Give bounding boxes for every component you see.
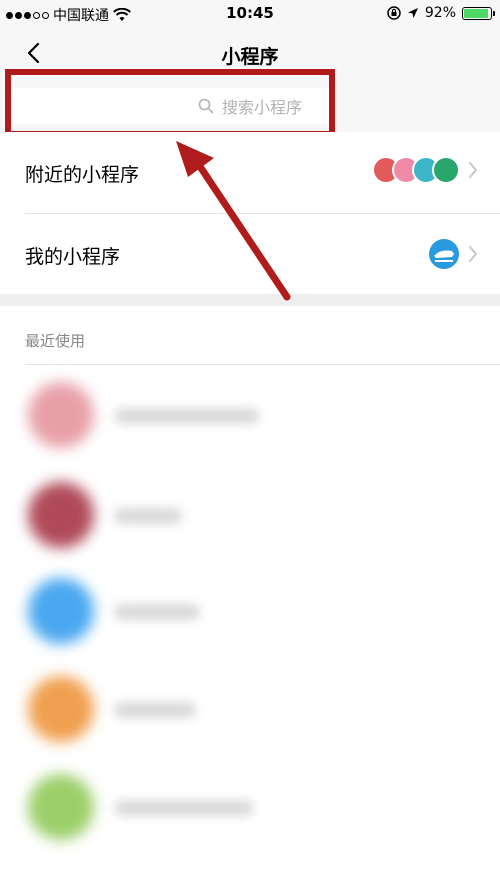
- search-area: 搜索小程序: [0, 80, 500, 132]
- blurred-avatar: [28, 578, 94, 644]
- my-mini-programs-label: 我的小程序: [25, 246, 121, 268]
- blurred-name: [114, 604, 200, 620]
- blurred-name: [114, 702, 196, 718]
- status-bar: 中国联通 10:45 92%: [0, 0, 500, 28]
- blurred-avatar: [28, 382, 94, 448]
- blurred-name: [114, 800, 254, 816]
- nearby-mini-programs-label: 附近的小程序: [25, 164, 140, 186]
- recent-item[interactable]: [0, 470, 500, 566]
- search-input[interactable]: 搜索小程序: [12, 88, 330, 124]
- section-gap: [0, 294, 500, 306]
- nav-bar: 小程序: [0, 28, 500, 80]
- rotation-lock-icon: [387, 6, 401, 20]
- recent-section-title: 最近使用: [25, 332, 86, 350]
- blurred-name: [114, 408, 259, 424]
- nearby-right: [372, 156, 478, 184]
- back-button[interactable]: [18, 38, 48, 68]
- battery-icon: [462, 6, 495, 20]
- recent-item[interactable]: [0, 370, 500, 466]
- page-title: 小程序: [221, 46, 279, 68]
- search-placeholder: 搜索小程序: [221, 98, 302, 117]
- nearby-mini-programs-item[interactable]: 附近的小程序: [0, 132, 500, 214]
- green-bank-icon: [432, 156, 460, 184]
- blurred-avatar: [28, 774, 94, 840]
- battery-percent: 92%: [424, 5, 456, 21]
- my-mini-programs-item[interactable]: 我的小程序: [0, 214, 500, 296]
- recent-item[interactable]: [0, 762, 500, 858]
- chevron-right-icon: [469, 162, 477, 178]
- status-right: 92%: [387, 5, 495, 21]
- search-icon: [198, 98, 214, 114]
- blurred-avatar: [28, 676, 94, 742]
- recent-item[interactable]: [0, 566, 500, 662]
- location-arrow-icon: [407, 8, 418, 18]
- nearby-icons: [372, 156, 460, 184]
- recent-divider: [25, 364, 500, 365]
- blue-train-icon: [429, 239, 459, 269]
- blurred-name: [114, 508, 182, 524]
- battery-level: [464, 8, 488, 18]
- mine-right: [428, 238, 478, 270]
- chevron-right-icon: [469, 246, 477, 262]
- blurred-avatar: [28, 482, 94, 548]
- recent-item[interactable]: [0, 664, 500, 760]
- chevron-left-icon: [27, 42, 40, 64]
